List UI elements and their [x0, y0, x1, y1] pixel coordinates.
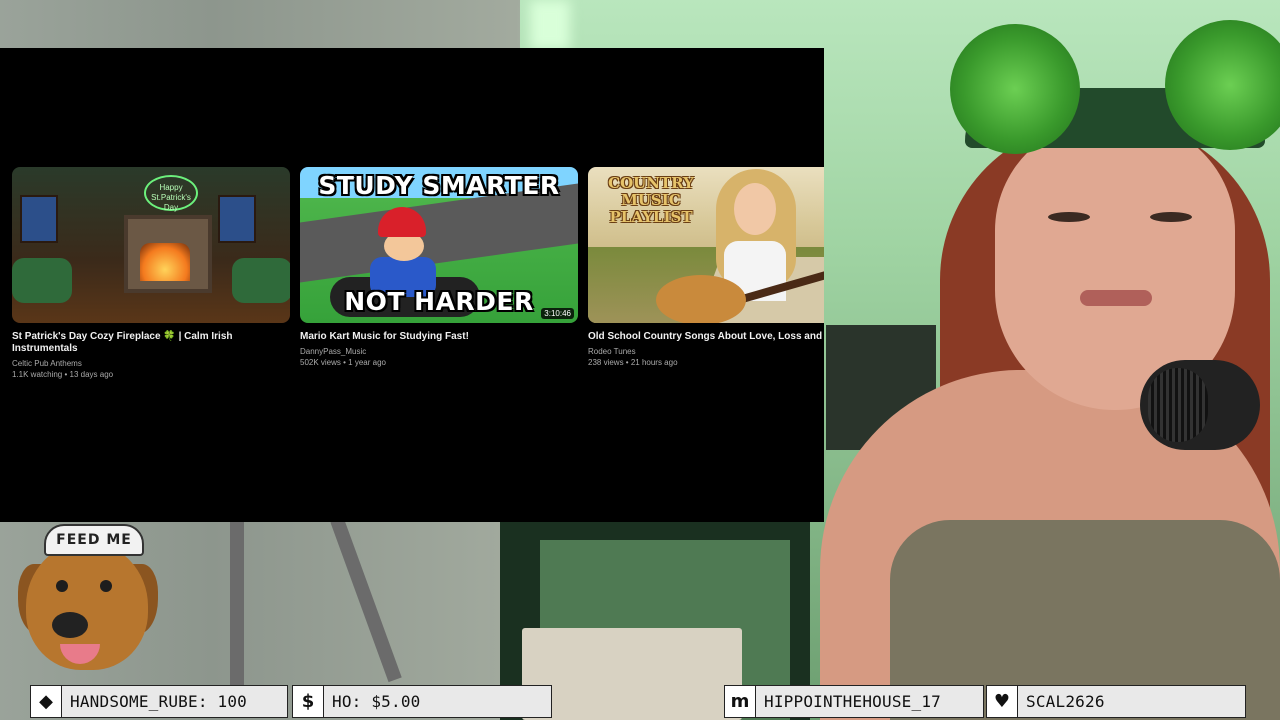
tinsel-pom-icon: [950, 24, 1080, 154]
armchair: [232, 258, 290, 303]
microphone-grill: [1148, 368, 1208, 442]
video-channel[interactable]: Celtic Pub Anthems: [12, 359, 297, 369]
streamer-eye: [1150, 212, 1192, 222]
video-thumbnail[interactable]: Happy St.Patrick's Day: [12, 167, 290, 323]
ticker-item: m HIPPOINTHEHOUSE_17: [724, 685, 984, 718]
fire: [140, 243, 190, 281]
ticker-item: ♥ SCAL2626: [986, 685, 1246, 718]
video-meta: 1.1K watching • 13 days ago: [12, 370, 114, 379]
ticker-item: ◆ HANDSOME_RUBE: 100: [30, 685, 288, 718]
ticker-label: HO: $5.00: [332, 692, 421, 711]
ticker-label: SCAL2626: [1026, 692, 1105, 711]
video-card[interactable]: Happy St.Patrick's Day St Patrick's Day …: [12, 167, 297, 381]
video-meta: 238 views • 21 hours ago: [588, 358, 678, 367]
dog-eye: [56, 580, 68, 592]
video-title[interactable]: Old School Country Songs About Love, Los…: [588, 331, 824, 343]
video-meta: 502K views • 1 year ago: [300, 358, 386, 367]
dog-badge: FEED ME: [18, 524, 158, 674]
ticker-label: HANDSOME_RUBE: 100: [70, 692, 247, 711]
video-thumbnail[interactable]: COUNTRY MUSIC PLAYLIST: [588, 167, 824, 323]
singer-face: [734, 183, 776, 235]
video-channel[interactable]: DannyPass_Music: [300, 347, 585, 357]
streamer-mouth: [1080, 290, 1152, 306]
video-card[interactable]: STUDY SMARTER NOT HARDER 3:10:46 Mario K…: [300, 167, 585, 369]
video-card[interactable]: COUNTRY MUSIC PLAYLIST Old School Countr…: [588, 167, 824, 369]
video-duration: 3:10:46: [541, 308, 574, 319]
video-title[interactable]: St Patrick's Day Cozy Fireplace 🍀 | Calm…: [12, 331, 297, 355]
dollar-icon: $: [293, 686, 324, 717]
event-ticker: ◆ HANDSOME_RUBE: 100 $ HO: $5.00 m HIPPO…: [0, 684, 1280, 720]
chef-hat-label: FEED ME: [44, 524, 144, 556]
guitar-icon: [656, 275, 746, 323]
tripod-leg: [230, 520, 244, 690]
streamer-eye: [1048, 212, 1090, 222]
ticker-item: $ HO: $5.00: [292, 685, 552, 718]
light-glow: [530, 0, 570, 50]
m-icon: m: [725, 686, 756, 717]
dog-eye: [100, 580, 112, 592]
neon-sign: Happy St.Patrick's Day: [144, 175, 198, 212]
youtube-panel: Happy St.Patrick's Day St Patrick's Day …: [0, 48, 824, 522]
armchair: [12, 258, 72, 303]
thumb-headline: STUDY SMARTER: [318, 171, 560, 200]
video-title[interactable]: Mario Kart Music for Studying Fast!: [300, 331, 585, 343]
window: [20, 195, 58, 243]
ticker-label: HIPPOINTHEHOUSE_17: [764, 692, 941, 711]
window: [218, 195, 256, 243]
video-thumbnail[interactable]: STUDY SMARTER NOT HARDER 3:10:46: [300, 167, 578, 323]
video-channel[interactable]: Rodeo Tunes: [588, 347, 824, 357]
heart-icon: ♥: [987, 686, 1018, 717]
diamond-icon: ◆: [31, 686, 62, 717]
dog-nose: [52, 612, 88, 638]
playlist-logo: COUNTRY MUSIC PLAYLIST: [608, 174, 694, 226]
thumb-headline: NOT HARDER: [344, 287, 534, 316]
